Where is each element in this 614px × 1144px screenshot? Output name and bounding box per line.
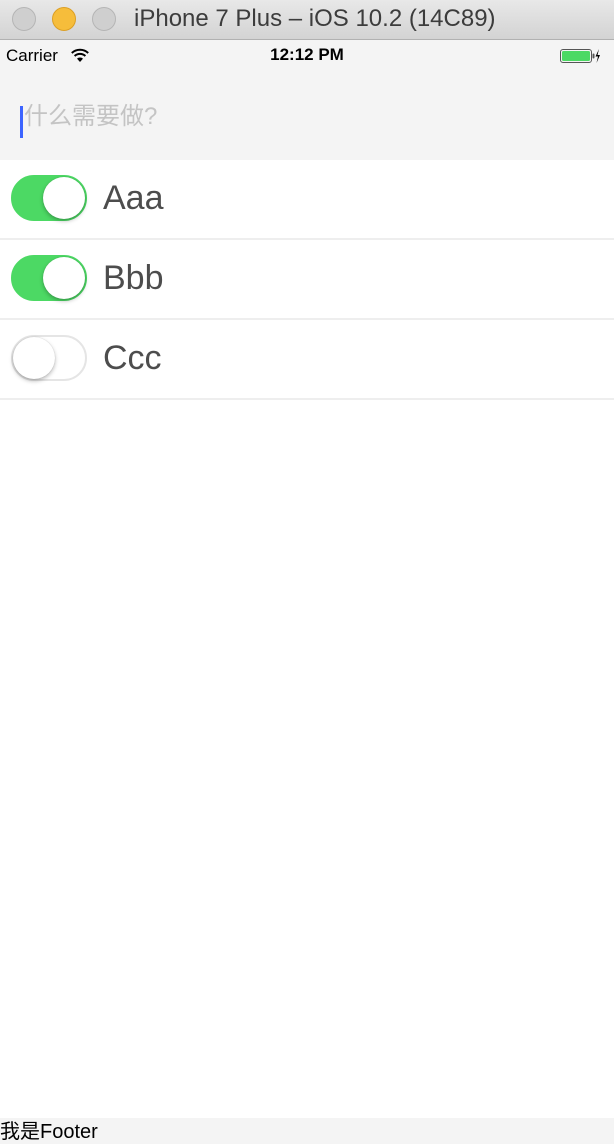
toggle-knob [13,337,55,379]
todo-row: Bbb [0,240,614,320]
status-bar: Carrier 12:12 PM [0,40,614,72]
todo-label: Aaa [103,179,164,217]
simulator-window: iPhone 7 Plus – iOS 10.2 (14C89) Carrier… [0,0,614,1144]
footer-text: 我是Footer [0,1121,98,1143]
minimize-window-button[interactable] [52,7,76,31]
new-todo-input[interactable] [20,100,584,134]
todo-toggle-aaa[interactable] [11,175,87,221]
todo-label: Ccc [103,339,162,377]
todo-list: Aaa Bbb Ccc [0,160,614,400]
battery-charging-icon [560,49,600,63]
window-title: iPhone 7 Plus – iOS 10.2 (14C89) [134,5,496,32]
todo-row: Aaa [0,160,614,240]
status-time: 12:12 PM [270,45,344,64]
toggle-knob [43,177,85,219]
todo-label: Bbb [103,259,164,297]
todo-toggle-bbb[interactable] [11,255,87,301]
zoom-window-button[interactable] [92,7,116,31]
todo-toggle-ccc[interactable] [11,335,87,381]
text-caret [20,106,23,138]
todo-row: Ccc [0,320,614,400]
close-window-button[interactable] [12,7,36,31]
footer: 我是Footer [0,1118,614,1144]
todo-header [0,72,614,160]
window-titlebar: iPhone 7 Plus – iOS 10.2 (14C89) [0,0,614,40]
toggle-knob [43,257,85,299]
